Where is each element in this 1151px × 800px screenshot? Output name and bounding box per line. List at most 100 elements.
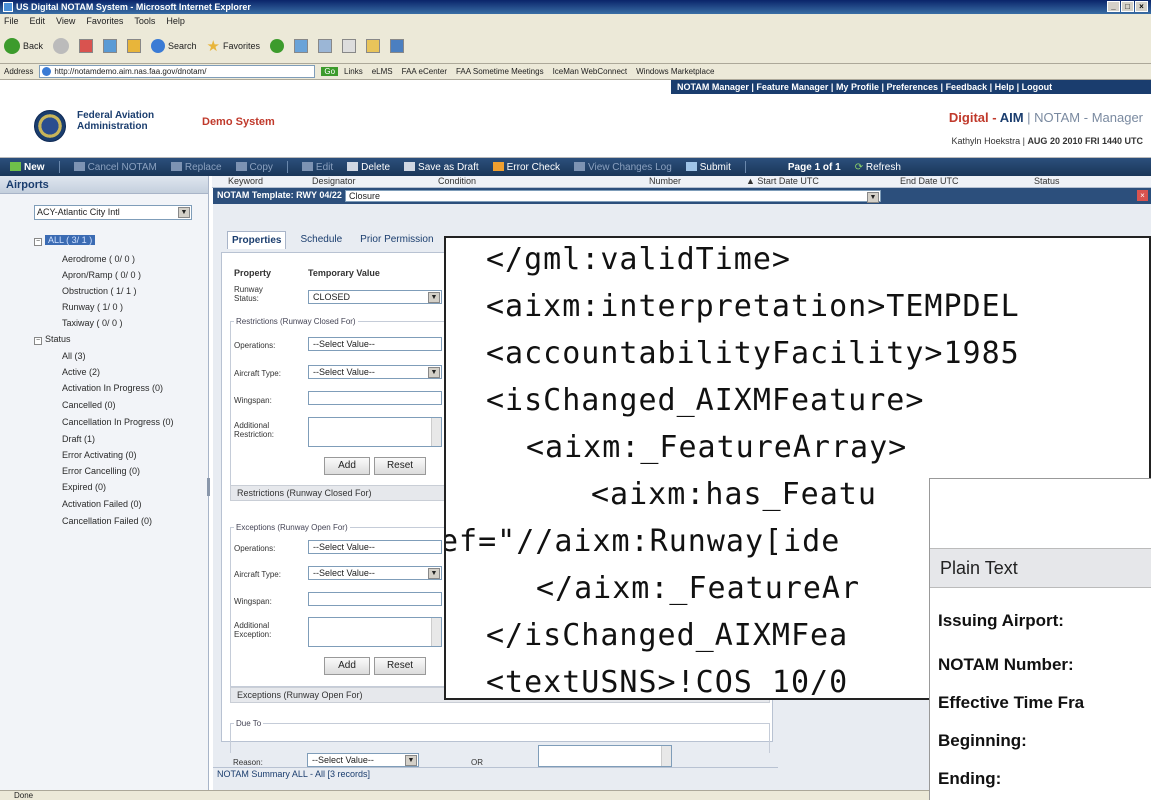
nav-notam-manager[interactable]: NOTAM Manager: [677, 82, 749, 92]
nav-my-profile[interactable]: My Profile: [836, 82, 879, 92]
address-input[interactable]: http://notamdemo.aim.nas.faa.gov/dnotam/: [39, 65, 316, 78]
reason-text-area[interactable]: [538, 745, 672, 767]
maximize-button[interactable]: □: [1121, 1, 1134, 12]
print-icon[interactable]: [342, 38, 357, 53]
airport-dropdown[interactable]: ACY-Atlantic City Intl ▼: [34, 205, 192, 220]
col-designator[interactable]: Designator: [312, 176, 356, 186]
folder-icon[interactable]: [366, 38, 381, 53]
close-icon[interactable]: ×: [1137, 190, 1148, 201]
collapse-icon[interactable]: −: [34, 337, 42, 345]
nav-preferences[interactable]: Preferences: [886, 82, 938, 92]
scrollbar[interactable]: [431, 618, 441, 646]
chevron-down-icon[interactable]: ▼: [405, 755, 417, 766]
chevron-down-icon[interactable]: ▼: [867, 192, 879, 203]
status-expired[interactable]: Expired (0): [62, 482, 106, 492]
col-keyword[interactable]: Keyword: [228, 176, 263, 186]
status-activation-failed[interactable]: Activation Failed (0): [62, 499, 142, 509]
chevron-down-icon[interactable]: ▼: [428, 292, 440, 303]
nav-feedback[interactable]: Feedback: [946, 82, 988, 92]
menu-tools[interactable]: Tools: [134, 14, 155, 28]
tree-status[interactable]: − Status: [34, 334, 71, 345]
back-button[interactable]: Back: [4, 37, 43, 54]
add-exception-button[interactable]: Add: [324, 657, 370, 675]
stop-icon[interactable]: [79, 38, 94, 53]
tree-all[interactable]: − ALL ( 3/ 1 ): [34, 235, 96, 246]
collapse-icon[interactable]: −: [34, 238, 42, 246]
new-button[interactable]: New: [10, 162, 45, 173]
refresh-button[interactable]: ⟳ Refresh: [855, 162, 901, 173]
col-number[interactable]: Number: [649, 176, 681, 186]
tree-category-obstruction[interactable]: Obstruction ( 1/ 1 ): [62, 286, 137, 296]
link-windows-marketplace[interactable]: Windows Marketplace: [636, 67, 714, 76]
scrollbar[interactable]: [661, 746, 671, 766]
col-condition[interactable]: Condition: [438, 176, 476, 186]
status-draft[interactable]: Draft (1): [62, 434, 95, 444]
forward-button[interactable]: [53, 37, 70, 54]
status-error-activating[interactable]: Error Activating (0): [62, 450, 137, 460]
exception-operations-select[interactable]: --Select Value--: [308, 540, 442, 554]
wingspan-input[interactable]: [308, 391, 442, 405]
tab-properties[interactable]: Properties: [227, 231, 287, 249]
replace-button[interactable]: Replace: [170, 162, 222, 173]
media-icon[interactable]: [270, 38, 285, 53]
status-activation-in-progress[interactable]: Activation In Progress (0): [62, 383, 163, 393]
chevron-down-icon[interactable]: ▼: [428, 568, 440, 579]
link-elms[interactable]: eLMS: [372, 67, 393, 76]
view-changes-button[interactable]: View Changes Log: [574, 162, 672, 173]
menu-view[interactable]: View: [56, 14, 75, 28]
template-dropdown[interactable]: Closure ▼: [345, 190, 881, 203]
save-draft-button[interactable]: Save as Draft: [404, 162, 479, 173]
additional-exception-textarea[interactable]: [308, 617, 442, 647]
menu-favorites[interactable]: Favorites: [86, 14, 123, 28]
menu-file[interactable]: File: [4, 14, 19, 28]
link-iceman-webconnect[interactable]: IceMan WebConnect: [553, 67, 628, 76]
refresh-icon[interactable]: [103, 38, 118, 53]
exception-wingspan-input[interactable]: [308, 592, 442, 606]
messenger-icon[interactable]: [390, 38, 405, 53]
error-check-button[interactable]: Error Check: [492, 162, 560, 173]
chevron-down-icon[interactable]: ▼: [428, 367, 440, 378]
status-cancellation-in-progress[interactable]: Cancellation In Progress (0): [62, 417, 174, 427]
exception-aircraft-type-select[interactable]: --Select Value-- ▼: [308, 566, 442, 580]
nav-help[interactable]: Help: [995, 82, 1015, 92]
tree-all-label[interactable]: ALL ( 3/ 1 ): [45, 235, 96, 245]
delete-button[interactable]: Delete: [347, 162, 390, 173]
col-status[interactable]: Status: [1034, 176, 1060, 186]
tree-category-apron[interactable]: Apron/Ramp ( 0/ 0 ): [62, 270, 141, 280]
link-faa-ecenter[interactable]: FAA eCenter: [402, 67, 447, 76]
favorites-button[interactable]: ★ Favorites: [207, 37, 260, 55]
tree-category-aerodrome[interactable]: Aerodrome ( 0/ 0 ): [62, 254, 135, 264]
nav-feature-manager[interactable]: Feature Manager: [756, 82, 828, 92]
tree-category-runway[interactable]: Runway ( 1/ 0 ): [62, 302, 123, 312]
search-button[interactable]: Search: [151, 38, 197, 53]
reset-restriction-button[interactable]: Reset: [374, 457, 426, 475]
submit-button[interactable]: Submit: [685, 162, 731, 173]
aircraft-type-select[interactable]: --Select Value-- ▼: [308, 365, 442, 379]
additional-restriction-textarea[interactable]: [308, 417, 442, 447]
minimize-button[interactable]: _: [1107, 1, 1120, 12]
status-all[interactable]: All (3): [62, 351, 86, 361]
status-cancellation-failed[interactable]: Cancellation Failed (0): [62, 516, 152, 526]
mail-icon[interactable]: [318, 38, 333, 53]
operations-select[interactable]: --Select Value--: [308, 337, 442, 351]
nav-logout[interactable]: Logout: [1022, 82, 1053, 92]
history-icon[interactable]: [294, 38, 309, 53]
status-active[interactable]: Active (2): [62, 367, 100, 377]
tab-schedule[interactable]: Schedule: [296, 231, 346, 249]
link-faa-sometime-meetings[interactable]: FAA Sometime Meetings: [456, 67, 544, 76]
go-button[interactable]: Go: [321, 67, 339, 76]
home-icon[interactable]: [127, 38, 142, 53]
edit-button[interactable]: Edit: [301, 162, 333, 173]
menu-help[interactable]: Help: [166, 14, 185, 28]
chevron-down-icon[interactable]: ▼: [178, 207, 190, 218]
reason-select[interactable]: --Select Value-- ▼: [307, 753, 419, 767]
splitter-handle[interactable]: [207, 478, 210, 496]
status-cancelled[interactable]: Cancelled (0): [62, 400, 116, 410]
menu-edit[interactable]: Edit: [30, 14, 46, 28]
col-start-date[interactable]: ▲ Start Date UTC: [746, 176, 819, 186]
tree-category-taxiway[interactable]: Taxiway ( 0/ 0 ): [62, 318, 123, 328]
tab-prior-permission[interactable]: Prior Permission: [356, 231, 437, 249]
close-button[interactable]: ×: [1135, 1, 1148, 12]
reset-exception-button[interactable]: Reset: [374, 657, 426, 675]
add-restriction-button[interactable]: Add: [324, 457, 370, 475]
